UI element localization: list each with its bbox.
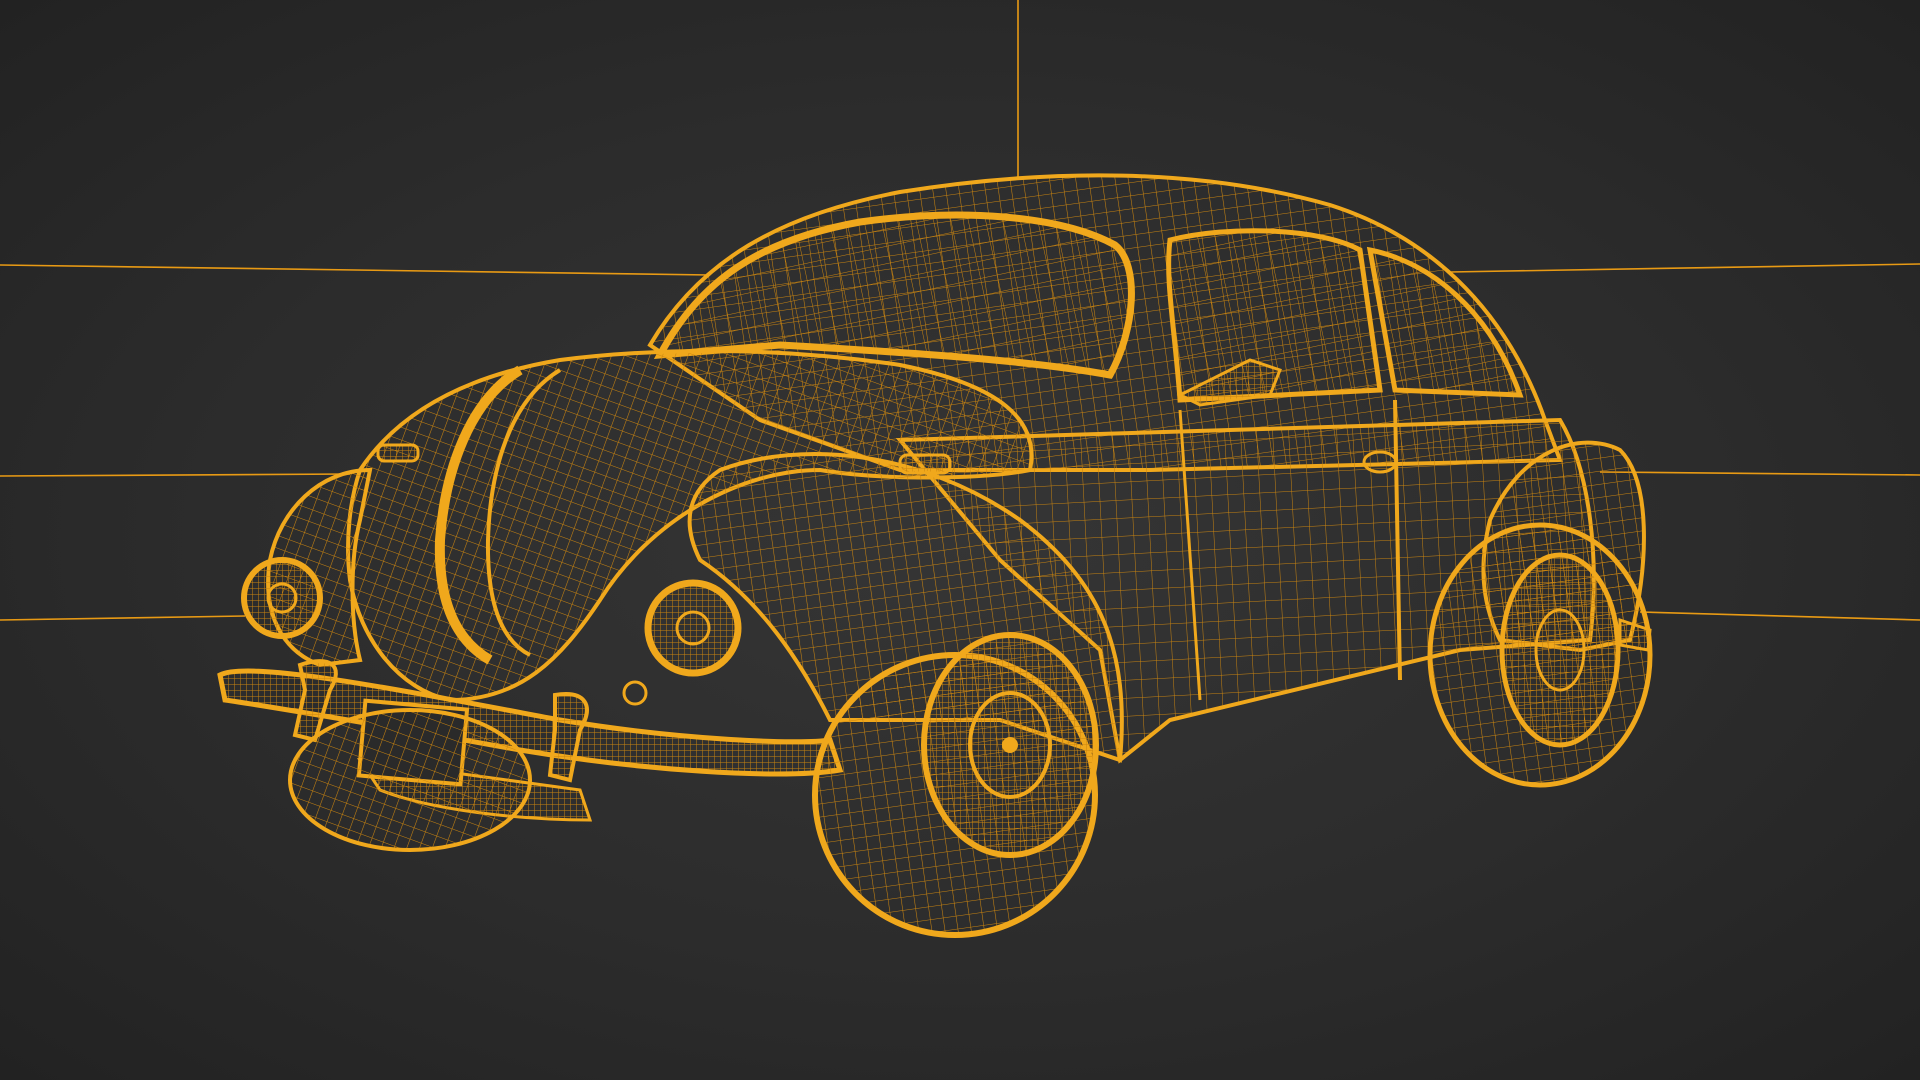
- headlight-left: [241, 557, 323, 639]
- horizontal-axis-line-mid-right: [1599, 471, 1920, 476]
- wheel-rear: [1427, 522, 1653, 788]
- indicator-right: [898, 453, 952, 475]
- headlight-right: [644, 579, 742, 677]
- horizontal-axis-line-top-right: [1449, 263, 1920, 273]
- viewport-scene: [0, 0, 1920, 1080]
- horizontal-axis-line-mid-left: [0, 473, 351, 477]
- horizontal-axis-line-top-left: [0, 264, 711, 276]
- horizontal-axis-line-low-left: [0, 615, 246, 621]
- wheel-front-left: [288, 708, 532, 852]
- wireframe-render: [0, 0, 1920, 938]
- horizontal-axis-line-low-right: [1639, 611, 1920, 621]
- indicator-left: [376, 443, 420, 463]
- turn-signal: [622, 680, 648, 706]
